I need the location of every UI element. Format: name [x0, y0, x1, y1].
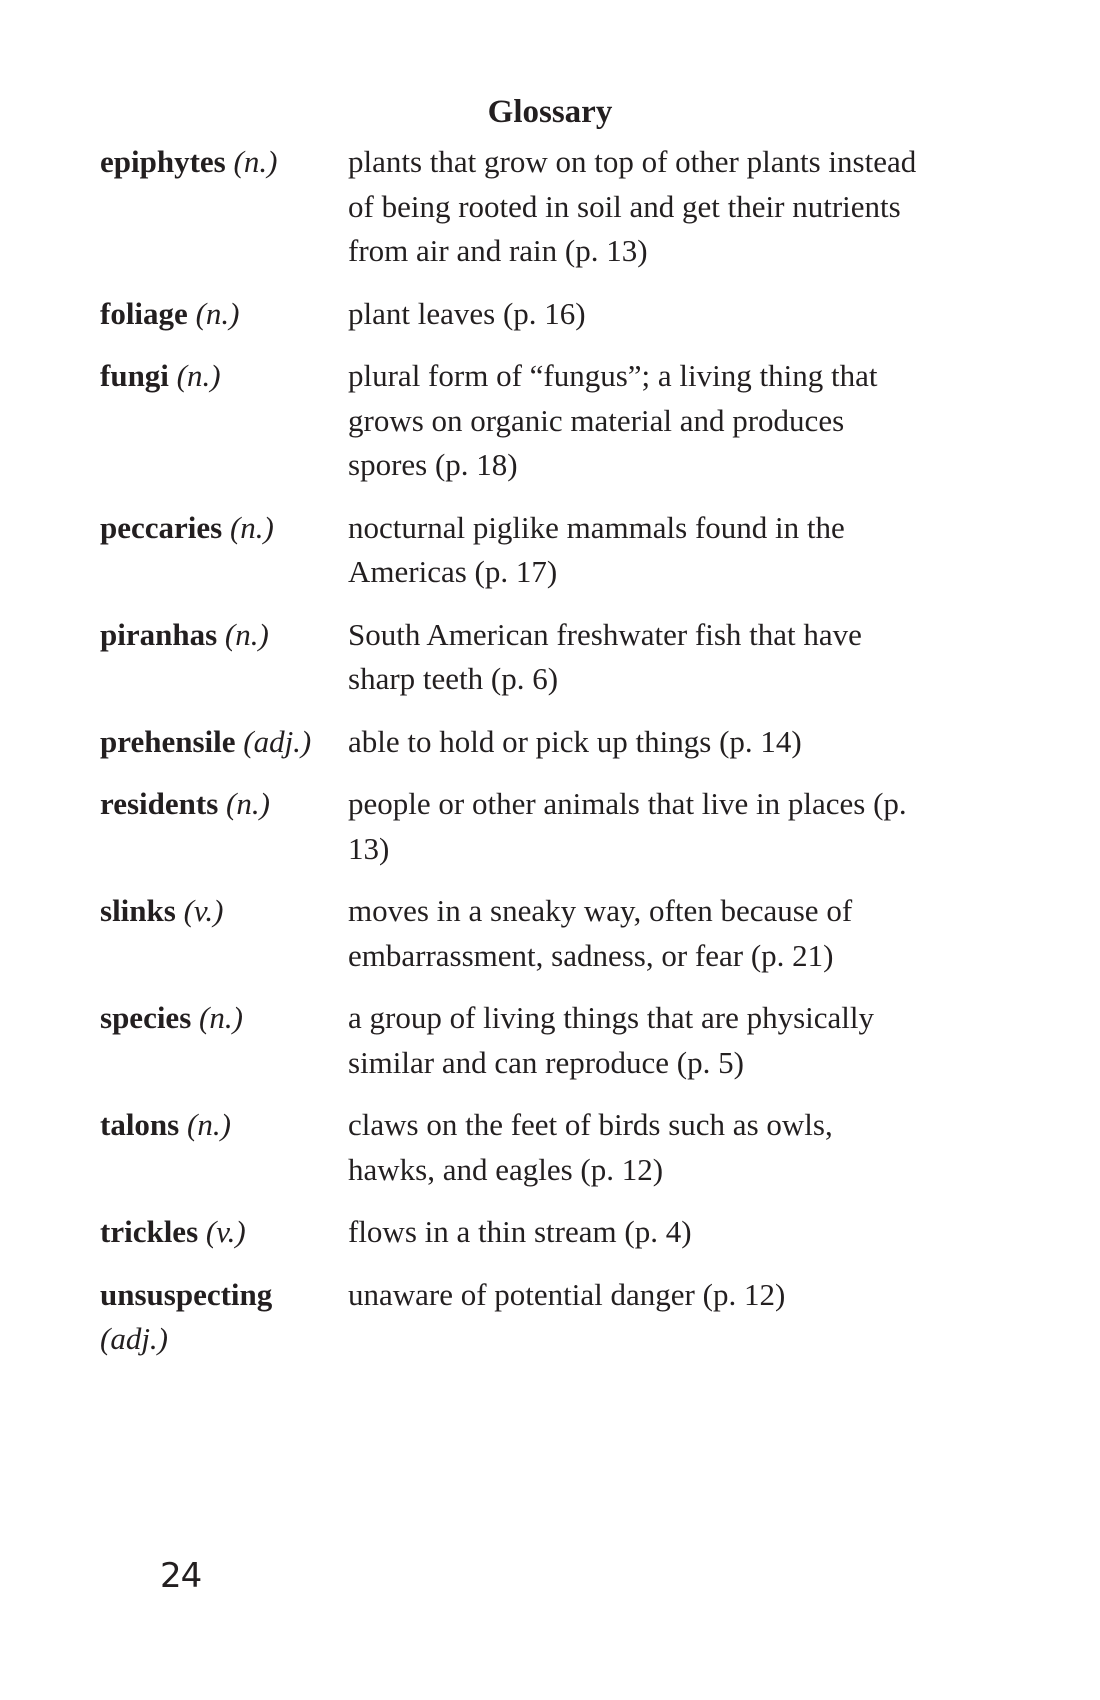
glossary-entry: foliage (n.) plant leaves (p. 16): [100, 292, 960, 337]
term-word: talons: [100, 1107, 180, 1142]
glossary-definition: plant leaves (p. 16): [348, 295, 586, 331]
term-word: prehensile: [100, 723, 236, 759]
term-part-of-speech: (n.): [195, 295, 240, 331]
term-word: slinks: [100, 893, 176, 928]
glossary-term: unsuspecting (adj.): [100, 1273, 348, 1362]
term-part-of-speech: (adj.): [243, 723, 312, 759]
term-part-of-speech: (n.): [176, 358, 221, 393]
term-word: piranhas: [100, 616, 218, 652]
page-number: 24: [160, 1556, 202, 1596]
glossary-definition: people or other animals that live in pla…: [348, 786, 907, 866]
term-part-of-speech: (n.): [199, 1000, 243, 1035]
term-part-of-speech: (n.): [233, 144, 278, 179]
term-word: fungi: [100, 358, 169, 393]
term-part-of-speech: (adj.): [100, 1321, 169, 1356]
term-part-of-speech: (n.): [226, 786, 270, 821]
glossary-entry: slinks (v.) moves in a sneaky way, often…: [100, 889, 960, 978]
term-part-of-speech: (v.): [183, 893, 224, 928]
glossary-entry: peccaries (n.) nocturnal piglike mammals…: [100, 506, 960, 595]
term-word: trickles: [100, 1214, 199, 1249]
glossary-entry: talons (n.) claws on the feet of birds s…: [100, 1103, 960, 1192]
glossary-term: trickles (v.): [100, 1210, 348, 1255]
glossary-definition: able to hold or pick up things (p. 14): [348, 723, 802, 759]
term-word: species: [100, 1000, 192, 1035]
glossary-entry: residents (n.) people or other animals t…: [100, 782, 960, 871]
glossary-definition: South American freshwater fish that have…: [348, 616, 862, 697]
page-title: Glossary: [0, 92, 1100, 132]
glossary-definition: claws on the feet of birds such as owls,…: [348, 1107, 833, 1187]
term-word: residents: [100, 786, 219, 821]
glossary-term: peccaries (n.): [100, 506, 348, 551]
term-part-of-speech: (n.): [229, 509, 274, 545]
glossary-term: prehensile (adj.): [100, 720, 348, 765]
glossary-entry: trickles (v.) flows in a thin stream (p.…: [100, 1210, 960, 1255]
glossary-term: talons (n.): [100, 1103, 348, 1148]
term-word: peccaries: [100, 509, 223, 545]
glossary-definition: unaware of potential danger (p. 12): [348, 1276, 786, 1312]
glossary-definition: flows in a thin stream (p. 4): [348, 1214, 692, 1249]
glossary-entry: prehensile (adj.) able to hold or pick u…: [100, 720, 960, 765]
glossary-entry: epiphytes (n.) plants that grow on top o…: [100, 140, 960, 274]
glossary-entry: fungi (n.) plural form of “fungus”; a li…: [100, 354, 960, 488]
glossary-definition: a group of living things that are physic…: [348, 1000, 875, 1080]
glossary-definition: plural form of “fungus”; a living thing …: [348, 358, 878, 482]
term-part-of-speech: (v.): [205, 1214, 246, 1249]
glossary-term: piranhas (n.): [100, 613, 348, 658]
glossary-term: slinks (v.): [100, 889, 348, 934]
term-word: foliage: [100, 295, 188, 331]
glossary-term: foliage (n.): [100, 292, 348, 337]
glossary-term: fungi (n.): [100, 354, 348, 399]
glossary-list: epiphytes (n.) plants that grow on top o…: [100, 140, 960, 1380]
glossary-entry: species (n.) a group of living things th…: [100, 996, 960, 1085]
glossary-entry: piranhas (n.) South American freshwater …: [100, 613, 960, 702]
glossary-term: residents (n.): [100, 782, 348, 827]
glossary-term: species (n.): [100, 996, 348, 1041]
glossary-term: epiphytes (n.): [100, 140, 348, 185]
term-word: unsuspecting: [100, 1276, 273, 1312]
glossary-definition: plants that grow on top of other plants …: [348, 144, 917, 268]
term-word: epiphytes: [100, 144, 226, 179]
page-title-text: Glossary: [487, 94, 613, 130]
term-part-of-speech: (n.): [187, 1107, 231, 1142]
glossary-definition: nocturnal piglike mammals found in the A…: [348, 509, 845, 590]
glossary-definition: moves in a sneaky way, often because of …: [348, 893, 853, 973]
glossary-entry: unsuspecting (adj.) unaware of potential …: [100, 1273, 960, 1362]
term-part-of-speech: (n.): [224, 616, 269, 652]
